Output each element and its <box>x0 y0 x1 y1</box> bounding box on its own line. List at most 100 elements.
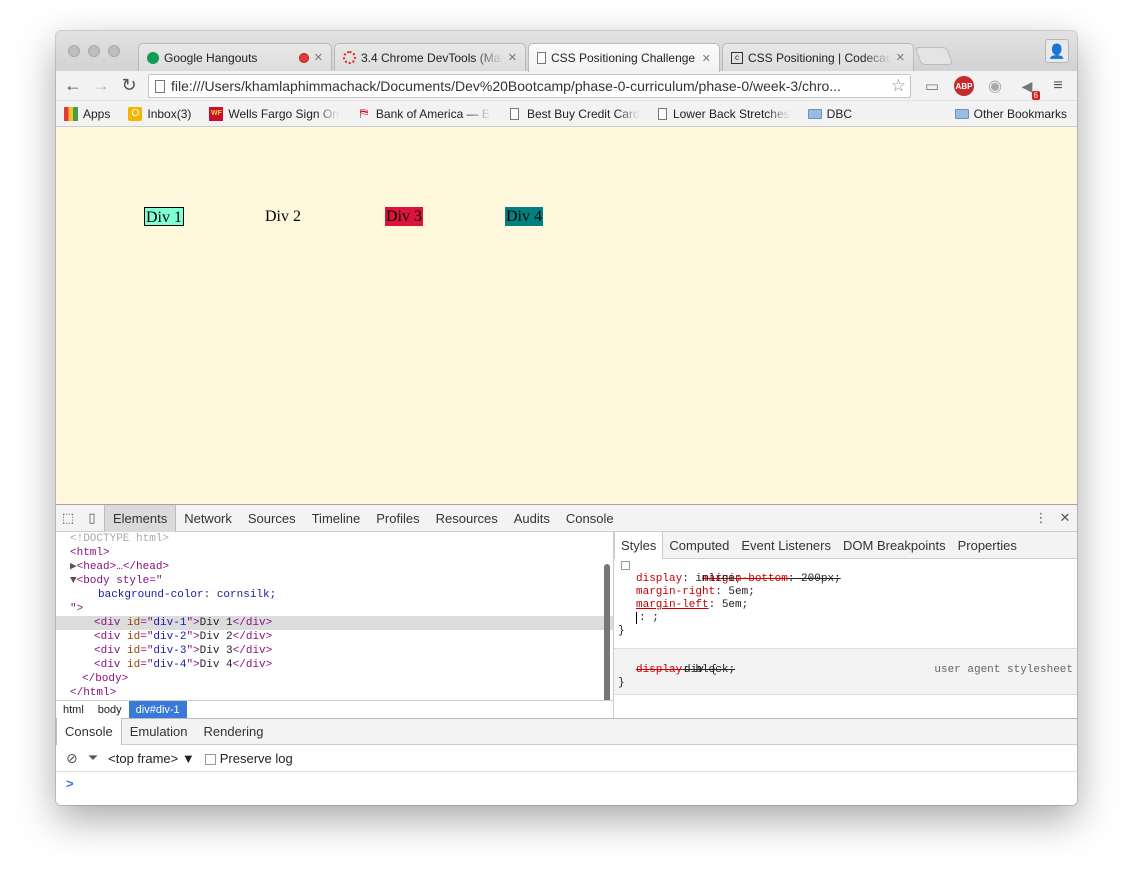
sound-extension-icon[interactable]: ◀ 6 <box>1017 76 1040 100</box>
page-icon <box>658 107 668 121</box>
bookmark-label: Wells Fargo Sign On <box>228 106 339 121</box>
other-bookmarks[interactable]: Other Bookmarks <box>946 107 1077 121</box>
tab-strip: Google Hangouts ✕ 3.4 Chrome DevTools (M… <box>56 31 1077 72</box>
zoom-window-button[interactable] <box>108 45 120 57</box>
page-icon <box>155 79 165 93</box>
address-bar[interactable]: file:///Users/khamlaphimmachack/Document… <box>148 74 911 98</box>
breadcrumb-html[interactable]: html <box>56 701 91 719</box>
close-window-button[interactable] <box>68 45 80 57</box>
inspect-element-icon[interactable]: ⬚ <box>56 505 80 532</box>
preserve-log-toggle[interactable]: Preserve log <box>204 750 293 766</box>
dom-node[interactable]: <!DOCTYPE html> <box>56 532 613 546</box>
tab-codecademy[interactable]: c CSS Positioning | Codecad ✕ <box>722 43 914 71</box>
dom-node[interactable]: <div id="div-4">Div 4</div> <box>56 658 613 672</box>
elements-scrollbar[interactable] <box>604 564 610 700</box>
bookmark-apps[interactable]: Apps <box>56 106 119 121</box>
tab-google-hangouts[interactable]: Google Hangouts ✕ <box>138 43 332 71</box>
bookmarks-bar: Apps O Inbox(3) WF Wells Fargo Sign On ⛿… <box>56 101 1077 127</box>
expand-triangle-icon[interactable]: ▶ <box>70 561 77 573</box>
collapse-triangle-icon[interactable]: ▼ <box>70 575 77 587</box>
wells-fargo-icon: WF <box>209 106 224 121</box>
drawer-tabs: Console Emulation Rendering <box>56 718 1077 745</box>
div-1[interactable]: Div 1 <box>144 207 184 226</box>
dom-node[interactable]: <div id="div-3">Div 3</div> <box>56 644 613 658</box>
tab-devtools-manual[interactable]: 3.4 Chrome DevTools (Man ✕ <box>334 43 526 71</box>
dom-node[interactable]: <html> <box>56 546 613 560</box>
devtools-tab-sources[interactable]: Sources <box>240 505 304 532</box>
drawer-tab-console[interactable]: Console <box>56 718 122 745</box>
close-tab-icon[interactable]: ✕ <box>508 51 517 64</box>
css-property-editing[interactable]: : ; <box>614 612 1077 625</box>
profile-icon[interactable]: 👤 <box>1045 39 1069 63</box>
dom-node[interactable]: "> <box>56 602 613 616</box>
devtools-tab-audits[interactable]: Audits <box>506 505 558 532</box>
tab-event-listeners[interactable]: Event Listeners <box>735 532 837 559</box>
back-arrow-icon[interactable]: ← <box>62 74 84 96</box>
breadcrumb: html body div#div-1 <box>56 700 613 719</box>
bookmark-star-icon[interactable]: ☆ <box>891 76 910 96</box>
breadcrumb-div-1[interactable]: div#div-1 <box>128 700 187 719</box>
devtools-tab-timeline[interactable]: Timeline <box>304 505 369 532</box>
dom-node[interactable]: <div id="div-2">Div 2</div> <box>56 630 613 644</box>
close-tab-icon[interactable]: ✕ <box>896 51 905 64</box>
extension-circle-icon[interactable]: ◉ <box>985 76 1005 96</box>
bookmark-best-buy[interactable]: Best Buy Credit Card <box>499 107 649 121</box>
bookmark-bank-of-america[interactable]: ⛿ Bank of America — B <box>348 107 499 121</box>
bookmark-label: Best Buy Credit Card <box>526 106 640 121</box>
ua-selector: div {user agent stylesheet <box>684 664 1073 676</box>
device-mode-icon[interactable]: ▯ <box>80 505 104 532</box>
preserve-log-checkbox[interactable] <box>204 753 216 765</box>
property-checkbox[interactable] <box>621 561 630 570</box>
close-tab-icon[interactable]: ✕ <box>314 51 323 64</box>
dom-attr-value[interactable]: background-color: cornsilk; <box>56 588 613 602</box>
tab-computed[interactable]: Computed <box>663 532 735 559</box>
devtools-tab-network[interactable]: Network <box>176 505 240 532</box>
filter-icon[interactable]: ⏷ <box>88 750 98 766</box>
preserve-log-label: Preserve log <box>219 750 293 766</box>
new-tab-button[interactable] <box>914 47 954 65</box>
cast-icon[interactable]: ▭ <box>922 76 942 96</box>
close-devtools-icon[interactable]: ✕ <box>1053 505 1077 532</box>
tab-styles[interactable]: Styles <box>614 532 664 559</box>
tab-properties[interactable]: Properties <box>952 532 1023 559</box>
dom-node[interactable]: ▼<body style=" <box>56 574 613 588</box>
css-property[interactable]: display: inline; <box>614 573 1077 586</box>
console-prompt[interactable]: > <box>66 776 74 791</box>
drawer-tab-rendering[interactable]: Rendering <box>196 718 272 745</box>
css-property[interactable]: margin-left: 5em; <box>614 599 1077 612</box>
url-text: file:///Users/khamlaphimmachack/Document… <box>171 78 841 94</box>
breadcrumb-body[interactable]: body <box>91 701 129 719</box>
bookmark-label: DBC <box>826 106 852 121</box>
div-4[interactable]: Div 4 <box>505 207 543 226</box>
div-2[interactable]: Div 2 <box>264 207 302 226</box>
dom-node-selected[interactable]: <div id="div-1">Div 1</div> <box>56 616 613 630</box>
devtools-tab-profiles[interactable]: Profiles <box>368 505 427 532</box>
devtools-tab-elements[interactable]: Elements <box>104 504 177 532</box>
bookmark-wells-fargo[interactable]: WF Wells Fargo Sign On <box>200 106 348 121</box>
devtools-tab-console[interactable]: Console <box>558 505 622 532</box>
bookmark-inbox[interactable]: O Inbox(3) <box>119 106 200 121</box>
tab-css-positioning-challenge[interactable]: CSS Positioning Challenge ✕ <box>528 43 720 72</box>
frame-select[interactable]: <top frame> ▼ <box>108 751 195 766</box>
close-tab-icon[interactable]: ✕ <box>702 52 711 65</box>
inbox-icon: O <box>128 106 143 121</box>
adblock-plus-icon[interactable]: ABP <box>954 76 974 96</box>
css-property[interactable]: margin-right: 5em; <box>614 586 1077 599</box>
dom-node[interactable]: </body> <box>56 672 613 686</box>
more-vertical-icon[interactable]: ⋮ <box>1029 505 1053 532</box>
bookmark-folder-dbc[interactable]: DBC <box>799 107 861 121</box>
drawer-tab-emulation[interactable]: Emulation <box>122 718 196 745</box>
minimize-window-button[interactable] <box>88 45 100 57</box>
forward-arrow-icon[interactable]: → <box>90 74 112 96</box>
reload-icon[interactable]: ↻ <box>118 74 140 96</box>
tab-dom-breakpoints[interactable]: DOM Breakpoints <box>837 532 952 559</box>
devtools-tab-resources[interactable]: Resources <box>428 505 506 532</box>
div-3[interactable]: Div 3 <box>385 207 423 226</box>
clear-console-icon[interactable]: ⊘ <box>66 750 78 767</box>
menu-hamburger-icon[interactable]: ≡ <box>1048 76 1068 96</box>
dom-node[interactable]: </html> <box>56 686 613 700</box>
bookmark-label: Lower Back Stretches <box>672 106 790 121</box>
dom-node[interactable]: ▶<head>…</head> <box>56 560 613 574</box>
bookmark-lower-back[interactable]: Lower Back Stretches <box>649 107 799 121</box>
css-property[interactable]: margin-bottom: 200px; <box>614 560 1077 585</box>
